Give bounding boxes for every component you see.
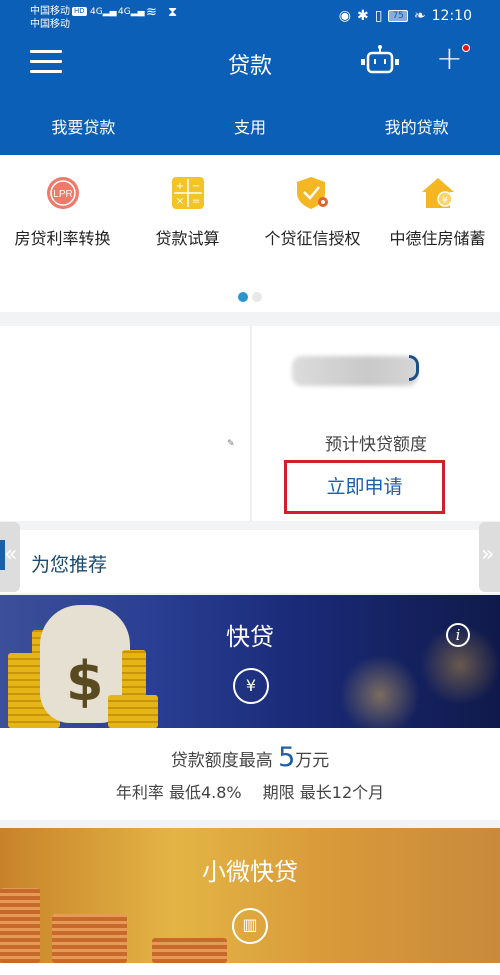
coin-stack [108,695,158,728]
eye-icon: ◉ [338,8,351,24]
product-title: 小微快贷 [202,858,298,886]
wifi-icon: ≋ [146,5,157,20]
next-button[interactable]: » [479,522,500,592]
status-bar: 中国移动 HD 中国移动 4G▂▄ 4G▂▄ ≋ ⧗ ◉ ✱ ▯ 75 ❧ 12:… [0,0,500,36]
coin-stack [52,914,127,963]
recommend-section: « 为您推荐 » [0,522,500,593]
leaf-icon: ❧ [413,8,426,24]
svg-text:¥: ¥ [442,196,448,206]
carousel-dot-active[interactable] [238,292,248,302]
quick-action-lpr[interactable]: LPR 房贷利率转换 [0,175,125,249]
product-details: 贷款额度最高 5万元 年利率 最低4.8% 期限 最长12个月 [0,728,500,820]
lpr-icon: LPR [46,177,79,209]
carousel-indicator [0,287,500,306]
vibrate-icon: ▯ [374,8,383,24]
quick-action-label: 房贷利率转换 [14,229,111,248]
svg-text:×: × [175,196,183,207]
hourglass-icon: ⧗ [168,5,178,20]
carrier-1: 中国移动 [30,6,70,17]
signal-icon: 4G▂▄ [90,7,117,17]
svg-text:−: − [191,181,199,192]
hd-badge: HD [72,7,87,16]
estimate-label: 预计快贷额度 [325,435,427,455]
carrier-2: 中国移动 [30,19,70,30]
battery-icon: 75 [388,10,408,22]
tab-drawdown[interactable]: 支用 [167,114,334,138]
tab-my-loans[interactable]: 我的贷款 [333,114,500,138]
shield-check-icon [296,177,328,209]
obscured-amount [292,356,418,386]
quick-action-housing-savings[interactable]: ¥ 中德住房储蓄 [375,175,500,249]
svg-text:LPR: LPR [53,189,72,200]
bottom-spacer [0,963,500,975]
chevron-left-icon: « [4,542,18,567]
coin-stack [152,938,227,963]
rate-term: 年利率 最低4.8% 期限 最长12个月 [115,783,385,802]
carousel-dot[interactable] [252,292,262,302]
quick-action-label: 贷款试算 [155,229,220,248]
tab-apply-loan[interactable]: 我要贷款 [0,114,167,138]
prev-button[interactable]: « [0,522,20,592]
coin-stack [0,888,40,963]
carrier-info: 中国移动 HD 中国移动 [30,5,87,31]
quick-action-calculator[interactable]: + − × = 贷款试算 [125,175,250,249]
limit-value: 5 [278,742,296,773]
chevron-right-icon: » [481,542,495,567]
house-icon: ¥ [421,178,454,208]
apply-now-button[interactable]: 立即申请 [284,460,445,514]
page-title: 贷款 [227,54,272,79]
clock: 12:10 [431,8,472,24]
loading-icon: ✎ [227,439,235,449]
quick-action-label: 中德住房储蓄 [389,229,486,248]
info-icon[interactable]: i [446,623,470,647]
nav-bar: 贷款 + [0,36,500,96]
notification-dot [462,44,470,52]
svg-text:+: + [175,181,183,192]
tab-bar: 我要贷款 支用 我的贷款 [0,96,500,155]
add-button[interactable]: + [436,40,463,76]
loan-limit: 贷款额度最高 5万元 [170,742,330,773]
divider [250,326,252,521]
yuan-lightning-icon: ¥ [233,668,269,704]
building-lightning-icon: ▥ [232,908,268,944]
loan-card: ✎ 预计快贷额度 立即申请 [0,326,500,521]
signal-icon: 4G▂▄ [118,7,145,17]
calculator-icon: + − × = [171,177,204,209]
product-title: 快贷 [226,623,274,651]
product-banner-small-business[interactable]: 小微快贷 ▥ [0,828,500,963]
bluetooth-icon: ✱ [357,8,369,24]
quick-actions: LPR 房贷利率转换 + − × = 贷款试算 个贷征信授权 ¥ 中德住房储蓄 [0,155,500,312]
svg-text:=: = [191,196,199,207]
recommend-title: 为您推荐 [31,554,108,576]
status-right: ◉ ✱ ▯ 75 ❧ 12:10 [339,8,472,24]
product-banner-kuaidai[interactable]: $ 快贷 ¥ i [0,595,500,728]
quick-action-credit-auth[interactable]: 个贷征信授权 [250,175,375,249]
quick-action-label: 个贷征信授权 [264,229,361,248]
app-header: 中国移动 HD 中国移动 4G▂▄ 4G▂▄ ≋ ⧗ ◉ ✱ ▯ 75 ❧ 12:… [0,0,500,155]
robot-icon[interactable] [357,44,403,76]
